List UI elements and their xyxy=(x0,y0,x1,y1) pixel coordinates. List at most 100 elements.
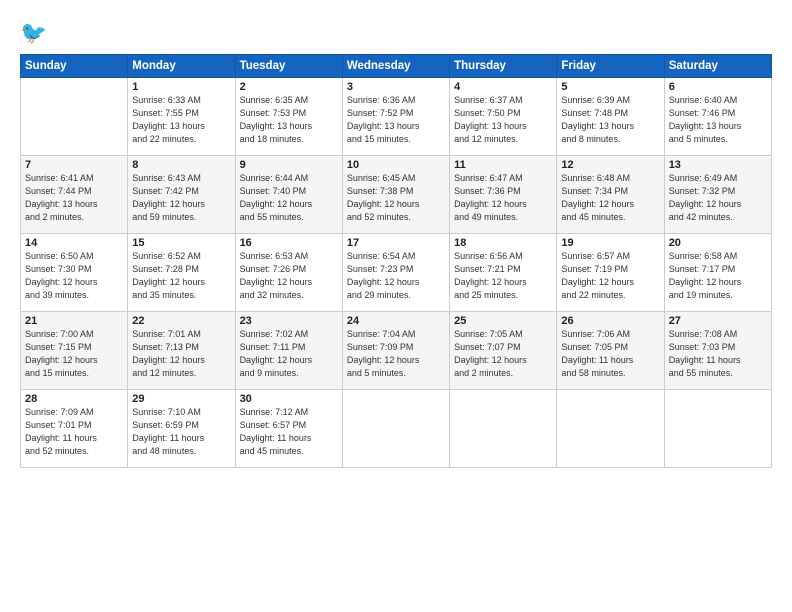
week-row-5: 28Sunrise: 7:09 AM Sunset: 7:01 PM Dayli… xyxy=(21,390,772,468)
calendar-cell: 15Sunrise: 6:52 AM Sunset: 7:28 PM Dayli… xyxy=(128,234,235,312)
day-info: Sunrise: 6:39 AM Sunset: 7:48 PM Dayligh… xyxy=(561,94,659,146)
day-info: Sunrise: 6:35 AM Sunset: 7:53 PM Dayligh… xyxy=(240,94,338,146)
weekday-header-thursday: Thursday xyxy=(450,55,557,78)
day-number: 1 xyxy=(132,81,230,93)
calendar-cell: 26Sunrise: 7:06 AM Sunset: 7:05 PM Dayli… xyxy=(557,312,664,390)
calendar-cell: 24Sunrise: 7:04 AM Sunset: 7:09 PM Dayli… xyxy=(342,312,449,390)
day-number: 9 xyxy=(240,159,338,171)
day-number: 11 xyxy=(454,159,552,171)
logo-bird-icon: 🐦 xyxy=(20,18,48,46)
day-number: 19 xyxy=(561,237,659,249)
svg-text:🐦: 🐦 xyxy=(20,20,47,45)
calendar-cell: 10Sunrise: 6:45 AM Sunset: 7:38 PM Dayli… xyxy=(342,156,449,234)
weekday-header-tuesday: Tuesday xyxy=(235,55,342,78)
day-info: Sunrise: 7:06 AM Sunset: 7:05 PM Dayligh… xyxy=(561,328,659,380)
day-info: Sunrise: 6:52 AM Sunset: 7:28 PM Dayligh… xyxy=(132,250,230,302)
calendar-cell: 3Sunrise: 6:36 AM Sunset: 7:52 PM Daylig… xyxy=(342,78,449,156)
header-area: 🐦 xyxy=(20,18,772,46)
calendar-cell: 18Sunrise: 6:56 AM Sunset: 7:21 PM Dayli… xyxy=(450,234,557,312)
calendar-cell: 11Sunrise: 6:47 AM Sunset: 7:36 PM Dayli… xyxy=(450,156,557,234)
day-info: Sunrise: 7:02 AM Sunset: 7:11 PM Dayligh… xyxy=(240,328,338,380)
calendar-cell xyxy=(557,390,664,468)
calendar-cell: 1Sunrise: 6:33 AM Sunset: 7:55 PM Daylig… xyxy=(128,78,235,156)
day-info: Sunrise: 7:00 AM Sunset: 7:15 PM Dayligh… xyxy=(25,328,123,380)
day-number: 29 xyxy=(132,393,230,405)
day-info: Sunrise: 6:44 AM Sunset: 7:40 PM Dayligh… xyxy=(240,172,338,224)
day-info: Sunrise: 6:36 AM Sunset: 7:52 PM Dayligh… xyxy=(347,94,445,146)
calendar-cell: 14Sunrise: 6:50 AM Sunset: 7:30 PM Dayli… xyxy=(21,234,128,312)
calendar-cell: 27Sunrise: 7:08 AM Sunset: 7:03 PM Dayli… xyxy=(664,312,771,390)
day-info: Sunrise: 6:45 AM Sunset: 7:38 PM Dayligh… xyxy=(347,172,445,224)
day-number: 26 xyxy=(561,315,659,327)
calendar-cell: 13Sunrise: 6:49 AM Sunset: 7:32 PM Dayli… xyxy=(664,156,771,234)
day-info: Sunrise: 6:41 AM Sunset: 7:44 PM Dayligh… xyxy=(25,172,123,224)
calendar-cell: 29Sunrise: 7:10 AM Sunset: 6:59 PM Dayli… xyxy=(128,390,235,468)
weekday-header-row: SundayMondayTuesdayWednesdayThursdayFrid… xyxy=(21,55,772,78)
logo: 🐦 xyxy=(20,18,52,46)
day-number: 21 xyxy=(25,315,123,327)
day-number: 18 xyxy=(454,237,552,249)
day-number: 17 xyxy=(347,237,445,249)
day-info: Sunrise: 6:37 AM Sunset: 7:50 PM Dayligh… xyxy=(454,94,552,146)
calendar-cell: 21Sunrise: 7:00 AM Sunset: 7:15 PM Dayli… xyxy=(21,312,128,390)
day-number: 14 xyxy=(25,237,123,249)
calendar-cell: 17Sunrise: 6:54 AM Sunset: 7:23 PM Dayli… xyxy=(342,234,449,312)
page: 🐦 SundayMondayTuesdayWednesdayThursdayFr… xyxy=(0,0,792,612)
calendar-cell: 6Sunrise: 6:40 AM Sunset: 7:46 PM Daylig… xyxy=(664,78,771,156)
calendar-cell: 12Sunrise: 6:48 AM Sunset: 7:34 PM Dayli… xyxy=(557,156,664,234)
day-number: 20 xyxy=(669,237,767,249)
day-number: 25 xyxy=(454,315,552,327)
calendar-cell: 23Sunrise: 7:02 AM Sunset: 7:11 PM Dayli… xyxy=(235,312,342,390)
day-info: Sunrise: 7:01 AM Sunset: 7:13 PM Dayligh… xyxy=(132,328,230,380)
weekday-header-wednesday: Wednesday xyxy=(342,55,449,78)
day-number: 8 xyxy=(132,159,230,171)
day-number: 27 xyxy=(669,315,767,327)
day-info: Sunrise: 6:33 AM Sunset: 7:55 PM Dayligh… xyxy=(132,94,230,146)
day-info: Sunrise: 6:40 AM Sunset: 7:46 PM Dayligh… xyxy=(669,94,767,146)
weekday-header-friday: Friday xyxy=(557,55,664,78)
day-number: 16 xyxy=(240,237,338,249)
calendar-cell: 5Sunrise: 6:39 AM Sunset: 7:48 PM Daylig… xyxy=(557,78,664,156)
calendar-cell: 4Sunrise: 6:37 AM Sunset: 7:50 PM Daylig… xyxy=(450,78,557,156)
day-number: 30 xyxy=(240,393,338,405)
day-number: 13 xyxy=(669,159,767,171)
day-info: Sunrise: 6:56 AM Sunset: 7:21 PM Dayligh… xyxy=(454,250,552,302)
day-info: Sunrise: 7:05 AM Sunset: 7:07 PM Dayligh… xyxy=(454,328,552,380)
calendar-cell xyxy=(21,78,128,156)
day-info: Sunrise: 6:54 AM Sunset: 7:23 PM Dayligh… xyxy=(347,250,445,302)
calendar-cell: 19Sunrise: 6:57 AM Sunset: 7:19 PM Dayli… xyxy=(557,234,664,312)
day-number: 3 xyxy=(347,81,445,93)
calendar-cell: 25Sunrise: 7:05 AM Sunset: 7:07 PM Dayli… xyxy=(450,312,557,390)
day-info: Sunrise: 7:04 AM Sunset: 7:09 PM Dayligh… xyxy=(347,328,445,380)
day-info: Sunrise: 6:58 AM Sunset: 7:17 PM Dayligh… xyxy=(669,250,767,302)
day-number: 23 xyxy=(240,315,338,327)
day-info: Sunrise: 7:10 AM Sunset: 6:59 PM Dayligh… xyxy=(132,406,230,458)
calendar-cell xyxy=(342,390,449,468)
weekday-header-monday: Monday xyxy=(128,55,235,78)
week-row-2: 7Sunrise: 6:41 AM Sunset: 7:44 PM Daylig… xyxy=(21,156,772,234)
day-number: 24 xyxy=(347,315,445,327)
day-info: Sunrise: 7:08 AM Sunset: 7:03 PM Dayligh… xyxy=(669,328,767,380)
calendar-cell: 2Sunrise: 6:35 AM Sunset: 7:53 PM Daylig… xyxy=(235,78,342,156)
day-info: Sunrise: 6:48 AM Sunset: 7:34 PM Dayligh… xyxy=(561,172,659,224)
day-number: 6 xyxy=(669,81,767,93)
day-number: 5 xyxy=(561,81,659,93)
day-number: 12 xyxy=(561,159,659,171)
day-info: Sunrise: 7:09 AM Sunset: 7:01 PM Dayligh… xyxy=(25,406,123,458)
week-row-4: 21Sunrise: 7:00 AM Sunset: 7:15 PM Dayli… xyxy=(21,312,772,390)
day-info: Sunrise: 6:53 AM Sunset: 7:26 PM Dayligh… xyxy=(240,250,338,302)
calendar-cell: 28Sunrise: 7:09 AM Sunset: 7:01 PM Dayli… xyxy=(21,390,128,468)
day-number: 22 xyxy=(132,315,230,327)
calendar-cell: 16Sunrise: 6:53 AM Sunset: 7:26 PM Dayli… xyxy=(235,234,342,312)
weekday-header-sunday: Sunday xyxy=(21,55,128,78)
day-info: Sunrise: 7:12 AM Sunset: 6:57 PM Dayligh… xyxy=(240,406,338,458)
calendar-cell xyxy=(664,390,771,468)
day-number: 28 xyxy=(25,393,123,405)
calendar-cell xyxy=(450,390,557,468)
week-row-3: 14Sunrise: 6:50 AM Sunset: 7:30 PM Dayli… xyxy=(21,234,772,312)
calendar-cell: 9Sunrise: 6:44 AM Sunset: 7:40 PM Daylig… xyxy=(235,156,342,234)
day-number: 7 xyxy=(25,159,123,171)
week-row-1: 1Sunrise: 6:33 AM Sunset: 7:55 PM Daylig… xyxy=(21,78,772,156)
calendar-cell: 22Sunrise: 7:01 AM Sunset: 7:13 PM Dayli… xyxy=(128,312,235,390)
calendar-cell: 30Sunrise: 7:12 AM Sunset: 6:57 PM Dayli… xyxy=(235,390,342,468)
